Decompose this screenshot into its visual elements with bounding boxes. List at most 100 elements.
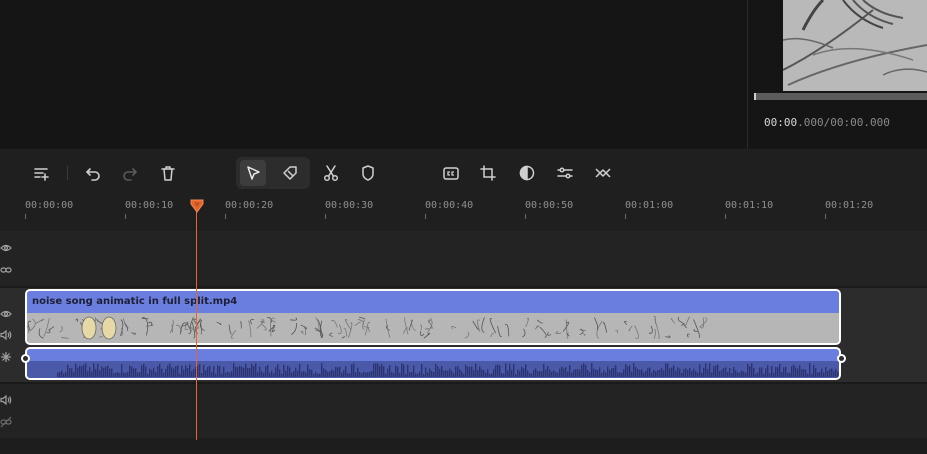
sketch-stroke — [367, 321, 371, 332]
sliders-icon — [557, 167, 573, 179]
waveform-bar — [87, 371, 89, 377]
waveform-bar — [117, 371, 119, 377]
waveform-bar — [141, 365, 143, 377]
waveform-bar — [337, 367, 339, 377]
volume-icon[interactable] — [0, 329, 12, 341]
preview-scrubber[interactable] — [754, 93, 927, 100]
waveform-bar — [331, 369, 333, 377]
volume-icon[interactable] — [0, 394, 12, 406]
waveform-bar — [797, 368, 799, 377]
time-ruler[interactable]: 00:00:00 00:00:10 00:00:20 00:00:30 00:0… — [0, 197, 927, 231]
waveform-bar — [147, 373, 149, 377]
audio-track[interactable] — [0, 384, 927, 438]
waveform-bar — [791, 366, 793, 377]
waveform-bar — [663, 370, 665, 377]
waveform-bar — [547, 366, 549, 377]
waveform-bar — [499, 365, 501, 377]
select-tool-button[interactable] — [240, 160, 266, 186]
waveform-bar — [273, 373, 275, 377]
waveform-bar — [441, 365, 443, 377]
waveform-bar — [543, 364, 545, 377]
waveform-bar — [409, 372, 411, 377]
clip-trim-handle-right[interactable] — [837, 354, 846, 363]
waveform-bar — [395, 365, 397, 377]
waveform-bar — [755, 373, 757, 377]
sketch-stroke — [648, 325, 653, 334]
waveform-bar — [67, 364, 69, 377]
waveform-bar — [581, 364, 583, 377]
sketch-stroke — [634, 325, 639, 339]
waveform-bar — [247, 368, 249, 377]
sketch-stroke — [291, 322, 297, 335]
waveform-bar — [553, 370, 555, 377]
waveform-bar — [151, 369, 153, 377]
waveform-bar — [127, 371, 129, 377]
current-time: 00:00 — [764, 116, 798, 129]
waveform-bar — [735, 370, 737, 377]
waveform-bar — [781, 372, 783, 377]
add-track-button[interactable] — [28, 160, 54, 186]
waveform-bar — [591, 363, 593, 377]
waveform-bar — [475, 363, 477, 377]
waveform-bar — [831, 368, 833, 377]
waveform-bar — [407, 364, 409, 377]
waveform-bar — [491, 373, 493, 377]
preview-scrubber-knob[interactable] — [754, 93, 756, 100]
mask-button[interactable] — [355, 160, 381, 186]
sketch-stroke — [687, 333, 690, 338]
link-icon[interactable] — [0, 264, 12, 276]
adjust-button[interactable] — [552, 160, 578, 186]
overlay-track[interactable] — [0, 231, 927, 286]
undo-button[interactable] — [80, 160, 106, 186]
video-clip[interactable]: noise song animatic in full split.mp4 — [25, 289, 841, 345]
audio-detach-icon[interactable] — [0, 351, 12, 363]
clip-trim-handle-left[interactable] — [21, 354, 30, 363]
waveform-bar — [389, 365, 391, 377]
crop-button[interactable] — [475, 160, 501, 186]
waveform-bar — [461, 371, 463, 377]
waveform-bar — [77, 367, 79, 377]
waveform-bar — [707, 369, 709, 377]
waveform-bar — [323, 368, 325, 377]
waveform-bar — [709, 363, 711, 377]
playhead-handle[interactable] — [190, 199, 204, 213]
waveform-bar — [293, 371, 295, 377]
color-button[interactable] — [514, 160, 540, 186]
waveform-bar — [657, 370, 659, 377]
waveform-bar — [493, 369, 495, 377]
waveform-bar — [563, 368, 565, 377]
waveform-bar — [599, 367, 601, 377]
sketch-stroke — [96, 318, 103, 325]
blade-tool-button[interactable] — [277, 160, 303, 186]
sketch-stroke — [337, 324, 342, 334]
waveform-bar — [505, 363, 507, 377]
link-off-icon[interactable] — [0, 416, 12, 428]
sketch-stroke — [489, 318, 497, 334]
waveform-bar — [733, 366, 735, 377]
waveform-bar — [349, 373, 351, 377]
ruler-label: 00:01:00 — [625, 200, 674, 211]
waveform-bar — [155, 371, 157, 377]
waveform-bar — [701, 372, 703, 377]
eye-icon[interactable] — [0, 242, 12, 254]
redo-button[interactable] — [117, 160, 143, 186]
sketch-stroke — [582, 333, 586, 336]
transition-button[interactable] — [590, 160, 616, 186]
audio-clip[interactable] — [25, 347, 841, 380]
waveform-bar — [139, 372, 141, 377]
split-button[interactable] — [318, 160, 344, 186]
waveform-bar — [525, 364, 527, 377]
sketch-stroke — [190, 327, 195, 333]
waveform-bar — [311, 369, 313, 377]
waveform-bar — [601, 373, 603, 377]
waveform-bar — [379, 365, 381, 377]
eye-icon[interactable] — [0, 308, 12, 320]
playhead-line[interactable] — [196, 204, 197, 440]
cursor-arrow-icon — [247, 166, 260, 180]
waveform-bar — [229, 372, 231, 377]
redo-icon — [123, 168, 137, 181]
delete-button[interactable] — [155, 160, 181, 186]
waveform-bar — [277, 364, 279, 377]
captions-button[interactable] — [438, 160, 464, 186]
waveform-bar — [307, 364, 309, 377]
